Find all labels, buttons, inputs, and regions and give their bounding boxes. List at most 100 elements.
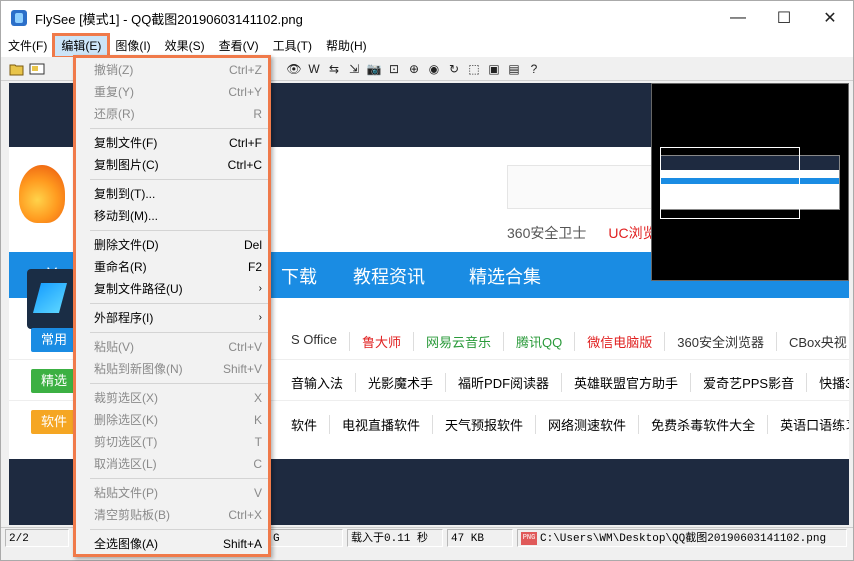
help-icon[interactable]: ? xyxy=(524,59,544,79)
menu-copy-image[interactable]: 复制图片(C) Ctrl+C xyxy=(94,154,266,176)
status-file-size: 47 KB xyxy=(447,529,513,547)
navigator-preview[interactable] xyxy=(651,83,849,281)
menu-delete-selection[interactable]: 删除选区(K) K xyxy=(94,409,266,431)
menu-item-shortcut: Ctrl+V xyxy=(228,340,262,354)
menu-crop-selection[interactable]: 裁剪选区(X) X xyxy=(94,387,266,409)
menu-item-shortcut: R xyxy=(253,107,262,121)
software-link: 快播3.5 xyxy=(807,373,849,392)
menu-view[interactable]: 查看(V) xyxy=(212,35,266,57)
menu-item-label: 还原(R) xyxy=(94,107,135,121)
menu-item-label: 删除选区(K) xyxy=(94,413,158,427)
menu-item-label: 删除文件(D) xyxy=(94,238,159,252)
category-tag: 常用 xyxy=(31,328,77,352)
submenu-arrow-icon: › xyxy=(258,312,262,323)
menu-revert[interactable]: 还原(R) R xyxy=(94,103,266,125)
menu-redo[interactable]: 重复(Y) Ctrl+Y xyxy=(94,81,266,103)
menu-item-label: 粘贴(V) xyxy=(94,340,134,354)
menu-item-shortcut: Ctrl+Y xyxy=(228,85,262,99)
menu-separator xyxy=(90,478,268,479)
maximize-button[interactable]: ☐ xyxy=(761,1,807,35)
menu-paste-file[interactable]: 粘贴文件(P) V xyxy=(94,482,266,504)
camera-icon[interactable]: 📷 xyxy=(364,59,384,79)
open-folder-icon[interactable] xyxy=(7,59,27,79)
browse-folder-icon[interactable] xyxy=(27,59,47,79)
software-link: 福昕PDF阅读器 xyxy=(446,373,563,392)
close-button[interactable]: ✕ xyxy=(807,1,853,35)
menu-undo[interactable]: 撤销(Z) Ctrl+Z xyxy=(94,59,266,81)
menu-edit[interactable]: 编辑(E) xyxy=(52,33,111,59)
menu-item-shortcut: C xyxy=(253,457,262,471)
menu-item-shortcut: F2 xyxy=(247,260,262,274)
menu-item-shortcut: V xyxy=(253,486,262,500)
software-link: 电视直播软件 xyxy=(330,415,434,434)
menu-external-program[interactable]: 外部程序(I) › xyxy=(94,307,266,329)
menu-item-label: 撤销(Z) xyxy=(94,63,134,77)
menu-separator xyxy=(90,303,268,304)
menu-item-shortcut: K xyxy=(253,413,262,427)
zoom-icon[interactable]: ⊕ xyxy=(404,59,424,79)
category-tag: 精选 xyxy=(31,369,77,393)
minimize-button[interactable]: — xyxy=(715,1,761,35)
resize-icon[interactable]: ⇲ xyxy=(344,59,364,79)
menu-cut-selection[interactable]: 剪切选区(T) T xyxy=(94,431,266,453)
menu-item-label: 复制文件路径(U) xyxy=(94,282,183,296)
software-link: 免费杀毒软件大全 xyxy=(639,415,769,434)
menu-item-label: 清空剪贴板(B) xyxy=(94,508,170,522)
flip-icon[interactable]: ⇆ xyxy=(324,59,344,79)
menu-move-to[interactable]: 移动到(M)... xyxy=(94,205,266,227)
software-link: 软件 xyxy=(279,415,331,434)
fullscreen-icon[interactable]: ▣ xyxy=(484,59,504,79)
top-link: UC浏览 xyxy=(608,225,657,241)
menu-item-shortcut: Ctrl+C xyxy=(227,158,262,172)
site-logo-icon xyxy=(19,165,65,223)
menu-item-shortcut: Shift+A xyxy=(222,537,262,551)
menu-item-label: 粘贴到新图像(N) xyxy=(94,362,183,376)
eye-icon[interactable]: 👁 xyxy=(284,59,304,79)
site-side-logo-icon xyxy=(27,269,75,329)
menu-copy-to[interactable]: 复制到(T)... xyxy=(94,183,266,205)
menu-cancel-selection[interactable]: 取消选区(L) C xyxy=(94,453,266,475)
edit-menu-dropdown: 撤销(Z) Ctrl+Z 重复(Y) Ctrl+Y 还原(R) R 复制文件(F) Ct… xyxy=(73,55,271,557)
menu-rename[interactable]: 重命名(R) F2 xyxy=(94,256,266,278)
menu-item-label: 重复(Y) xyxy=(94,85,134,99)
crop-icon[interactable]: ⊡ xyxy=(384,59,404,79)
menu-select-all[interactable]: 全选图像(A) Shift+A xyxy=(94,533,266,555)
category-tag: 软件 xyxy=(31,410,77,434)
menu-separator xyxy=(90,529,268,530)
select-icon[interactable]: ⬚ xyxy=(464,59,484,79)
menu-image[interactable]: 图像(I) xyxy=(108,35,157,57)
watermark-icon[interactable]: W xyxy=(304,59,324,79)
menu-file[interactable]: 文件(F) xyxy=(1,35,54,57)
menu-help[interactable]: 帮助(H) xyxy=(319,35,374,57)
menu-effects[interactable]: 效果(S) xyxy=(158,35,212,57)
menu-separator xyxy=(90,179,268,180)
properties-icon[interactable]: ▤ xyxy=(504,59,524,79)
menu-paste[interactable]: 粘贴(V) Ctrl+V xyxy=(94,336,266,358)
menu-delete-file[interactable]: 删除文件(D) Del xyxy=(94,234,266,256)
preview-viewport-frame[interactable] xyxy=(660,147,800,219)
file-path-text: C:\Users\WM\Desktop\QQ截图20190603141102.p… xyxy=(540,533,827,545)
window-controls: — ☐ ✕ xyxy=(715,1,853,35)
menu-item-label: 剪切选区(T) xyxy=(94,435,158,449)
menu-tools[interactable]: 工具(T) xyxy=(266,35,319,57)
menu-copy-file-path[interactable]: 复制文件路径(U) › xyxy=(94,278,266,300)
fit-icon[interactable]: ◉ xyxy=(424,59,444,79)
png-file-icon: PNG xyxy=(521,531,537,545)
menu-copy-file[interactable]: 复制文件(F) Ctrl+F xyxy=(94,132,266,154)
menu-item-shortcut: X xyxy=(253,391,262,405)
software-link: 网易云音乐 xyxy=(414,332,505,351)
rotate-icon[interactable]: ↻ xyxy=(444,59,464,79)
software-link: 腾讯QQ xyxy=(504,332,576,351)
menu-clear-clipboard[interactable]: 清空剪贴板(B) Ctrl+X xyxy=(94,504,266,526)
site-search-box xyxy=(507,165,657,209)
menu-separator xyxy=(90,332,268,333)
software-link: 网络测速软件 xyxy=(536,415,640,434)
nav-item: 教程资讯 xyxy=(353,267,425,287)
menu-paste-new-image[interactable]: 粘贴到新图像(N) Shift+V xyxy=(94,358,266,380)
status-page: 2/2 xyxy=(5,529,69,547)
menu-separator xyxy=(90,128,268,129)
menu-separator xyxy=(90,230,268,231)
menu-item-label: 复制文件(F) xyxy=(94,136,158,150)
nav-item: 下载 xyxy=(281,267,317,287)
flysee-app-icon xyxy=(11,10,27,26)
